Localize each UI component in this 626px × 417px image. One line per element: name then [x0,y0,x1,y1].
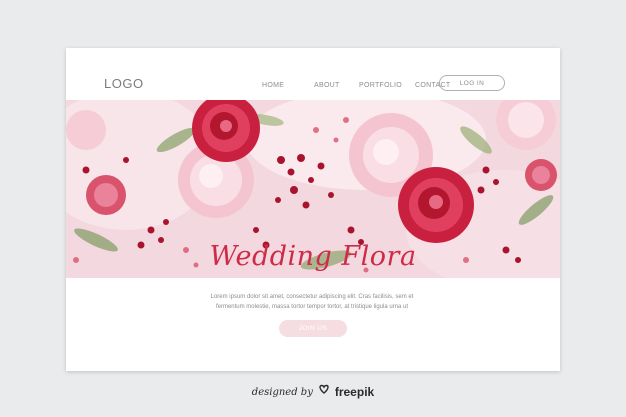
description-line: fermentum molestie, massa tortor tempor … [215,304,409,310]
login-button[interactable]: LOG IN [439,75,505,91]
description-text: Lorem ipsum dolor sit amet, consectetur … [199,292,425,312]
description-line: Lorem ipsum dolor sit amet, consectetur … [210,294,414,300]
nav-portfolio[interactable]: PORTFOLIO [359,82,402,89]
landing-card: LOGO HOME ABOUT PORTFOLIO CONTACT LOG IN [66,48,560,371]
credit-text: designed by [251,386,313,398]
attribution: designed by freepik [0,383,626,401]
freepik-logo-icon [318,383,330,401]
credit-brand[interactable]: freepik [335,385,374,399]
nav-home[interactable]: HOME [262,82,284,89]
join-us-button[interactable]: JOIN US [279,320,347,337]
site-logo[interactable]: LOGO [104,76,144,91]
nav-about[interactable]: ABOUT [314,82,340,89]
page-title: Wedding Flora [209,241,417,272]
